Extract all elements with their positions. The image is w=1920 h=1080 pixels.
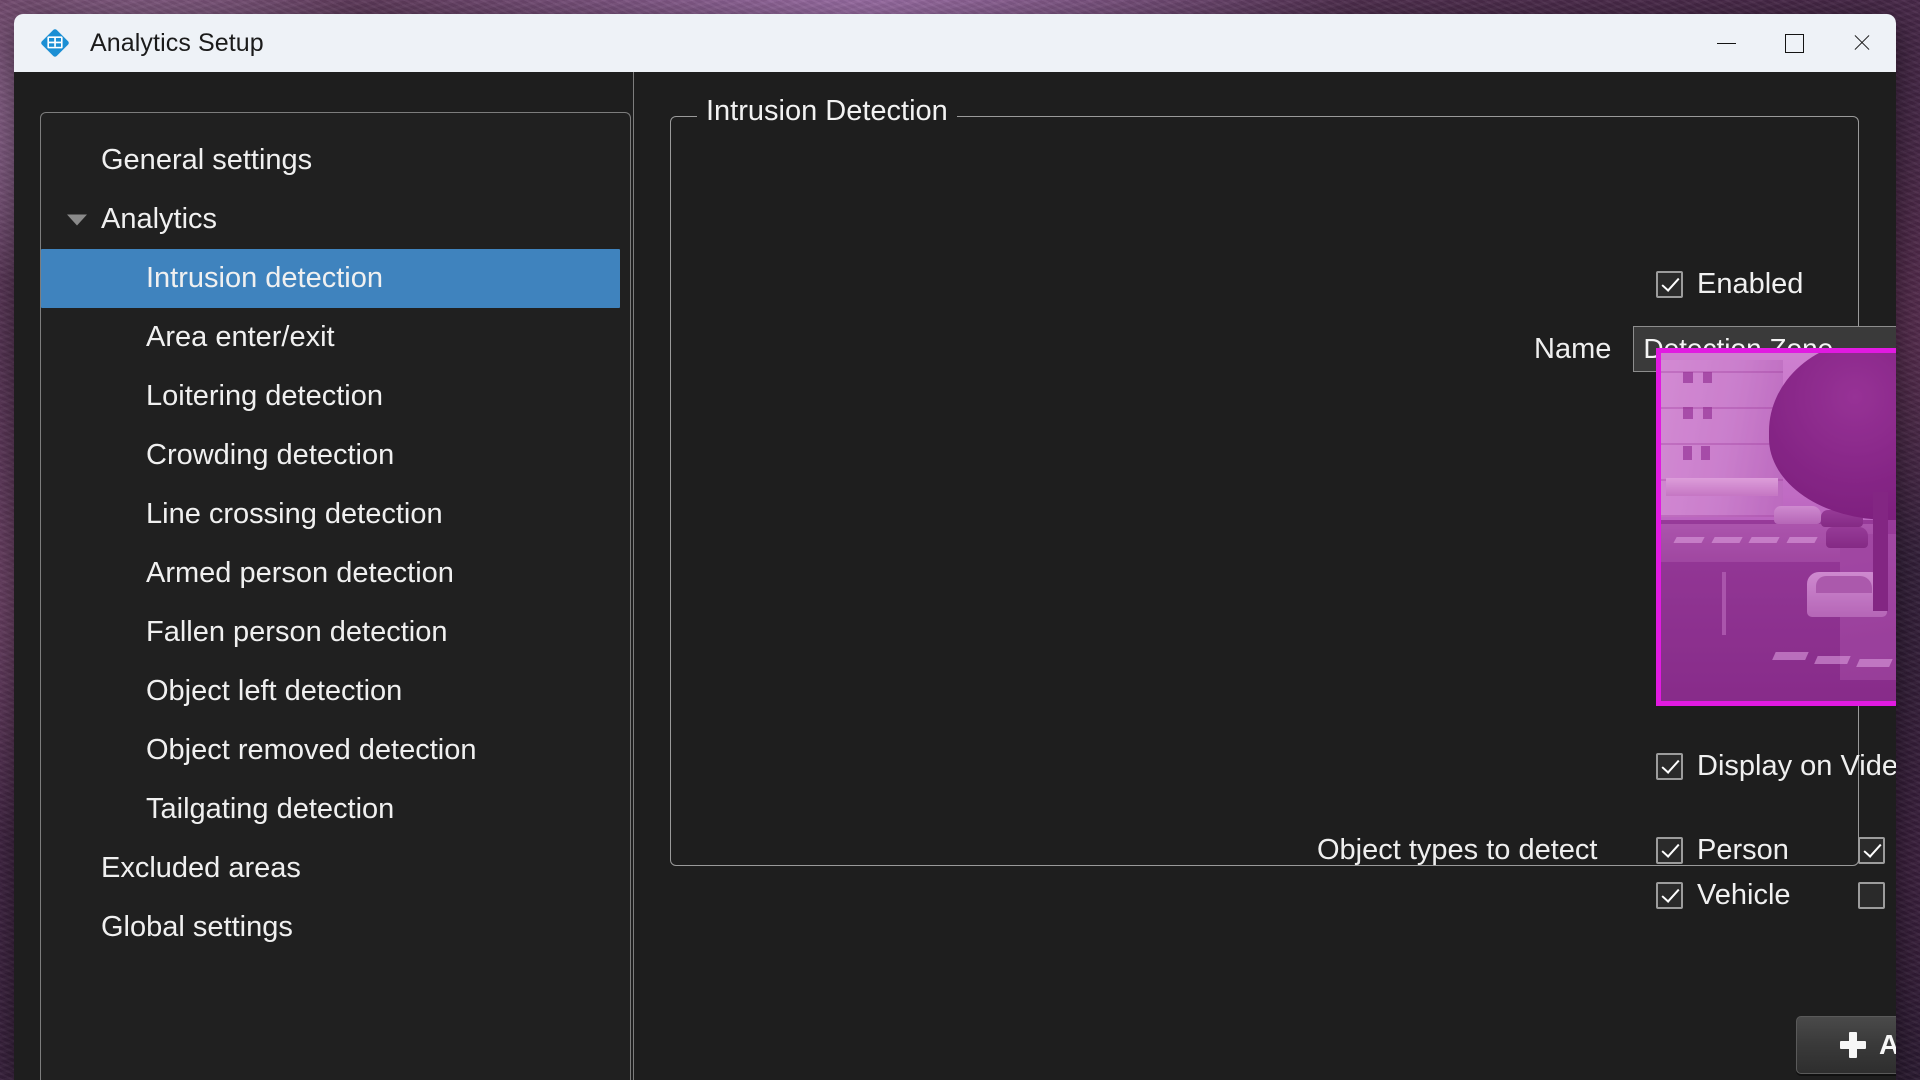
groupbox-title: Intrusion Detection [697, 95, 957, 128]
detection-zone-overlay [1661, 353, 1896, 701]
sidebar-item-label: Analytics [101, 203, 218, 235]
camera-zone-preview[interactable] [1656, 348, 1896, 706]
window-body: General settings Analytics Intrusion detec… [14, 72, 1896, 1080]
sidebar-item-label: Loitering detection [146, 380, 383, 412]
add-button-label: Add [1878, 1029, 1896, 1060]
sidebar-item-armed-person-detection[interactable]: Armed person detection [41, 544, 630, 603]
display-on-video-label: Display on Video [1697, 750, 1896, 782]
sidebar-item-fallen-person-detection[interactable]: Fallen person detection [41, 603, 630, 662]
sidebar-item-object-left-detection[interactable]: Object left detection [41, 662, 630, 721]
sidebar-item-tailgating-detection[interactable]: Tailgating detection [41, 780, 630, 839]
settings-sidebar: General settings Analytics Intrusion detec… [14, 72, 634, 1080]
sidebar-item-general-settings[interactable]: General settings [41, 131, 630, 190]
sidebar-item-label: Crowding detection [146, 439, 395, 471]
enabled-label: Enabled [1697, 268, 1804, 300]
maximize-icon [1784, 33, 1804, 53]
sidebar-item-excluded-areas[interactable]: Excluded areas [41, 839, 630, 898]
object-type-person-label: Person [1697, 834, 1789, 866]
sidebar-item-crowding-detection[interactable]: Crowding detection [41, 426, 630, 485]
sidebar-item-line-crossing-detection[interactable]: Line crossing detection [41, 485, 630, 544]
title-bar[interactable]: Analytics Setup [14, 14, 1896, 72]
object-type-vehicle-label: Vehicle [1697, 879, 1791, 911]
window-controls [1692, 14, 1896, 72]
sidebar-item-area-enter-exit[interactable]: Area enter/exit [41, 308, 630, 367]
sidebar-item-label: Line crossing detection [146, 498, 443, 530]
enabled-checkbox[interactable] [1656, 271, 1683, 298]
settings-tree[interactable]: General settings Analytics Intrusion detec… [41, 113, 630, 957]
chevron-down-icon[interactable] [67, 214, 87, 225]
sidebar-item-global-settings[interactable]: Global settings [41, 898, 630, 957]
analytics-setup-window: Analytics Setup General settings Analytic… [14, 14, 1896, 1080]
sidebar-item-label: Tailgating detection [146, 793, 395, 825]
sidebar-item-label: Fallen person detection [146, 616, 448, 648]
close-icon [1852, 33, 1872, 53]
object-type-unknown-row: Unknown [1858, 879, 1896, 912]
maximize-button[interactable] [1760, 14, 1828, 72]
sidebar-item-loitering-detection[interactable]: Loitering detection [41, 367, 630, 426]
object-type-person-checkbox[interactable] [1656, 837, 1683, 864]
display-on-video-checkbox[interactable] [1656, 753, 1683, 780]
sidebar-item-label: Armed person detection [146, 557, 454, 589]
sidebar-item-intrusion-detection[interactable]: Intrusion detection [41, 249, 620, 308]
minimize-icon [1716, 42, 1736, 44]
object-type-animal-checkbox[interactable] [1858, 837, 1885, 864]
sidebar-item-label: Intrusion detection [146, 262, 383, 294]
display-on-video-row: Display on Video [1656, 750, 1896, 783]
plus-icon [1839, 1032, 1866, 1058]
sidebar-item-label: Object removed detection [146, 734, 477, 766]
object-types-label: Object types to detect [1317, 834, 1598, 866]
sidebar-item-label: Global settings [101, 911, 293, 943]
analytics-diamond-icon [38, 26, 72, 60]
sidebar-item-object-removed-detection[interactable]: Object removed detection [41, 721, 630, 780]
object-type-animal-row: Animal [1858, 834, 1896, 867]
enabled-row: Enabled [1656, 268, 1803, 301]
object-type-vehicle-checkbox[interactable] [1656, 882, 1683, 909]
sidebar-item-label: Object left detection [146, 675, 403, 707]
sidebar-item-analytics[interactable]: Analytics [41, 190, 630, 249]
name-label: Name [1534, 332, 1612, 365]
object-type-vehicle-row: Vehicle [1656, 879, 1791, 912]
window-title: Analytics Setup [90, 28, 264, 57]
object-type-unknown-checkbox[interactable] [1858, 882, 1885, 909]
sidebar-item-label: General settings [101, 144, 313, 176]
add-button[interactable]: Add [1796, 1016, 1896, 1074]
object-type-person-row: Person [1656, 834, 1789, 867]
object-types-label-row: Object types to detect [1317, 834, 1597, 867]
settings-tree-frame: General settings Analytics Intrusion detec… [40, 112, 631, 1080]
detection-settings-pane: Intrusion Detection Enabled Name Detecti… [634, 72, 1896, 1080]
close-button[interactable] [1828, 14, 1896, 72]
sidebar-item-label: Area enter/exit [146, 321, 335, 353]
sidebar-item-label: Excluded areas [101, 852, 301, 884]
minimize-button[interactable] [1692, 14, 1760, 72]
